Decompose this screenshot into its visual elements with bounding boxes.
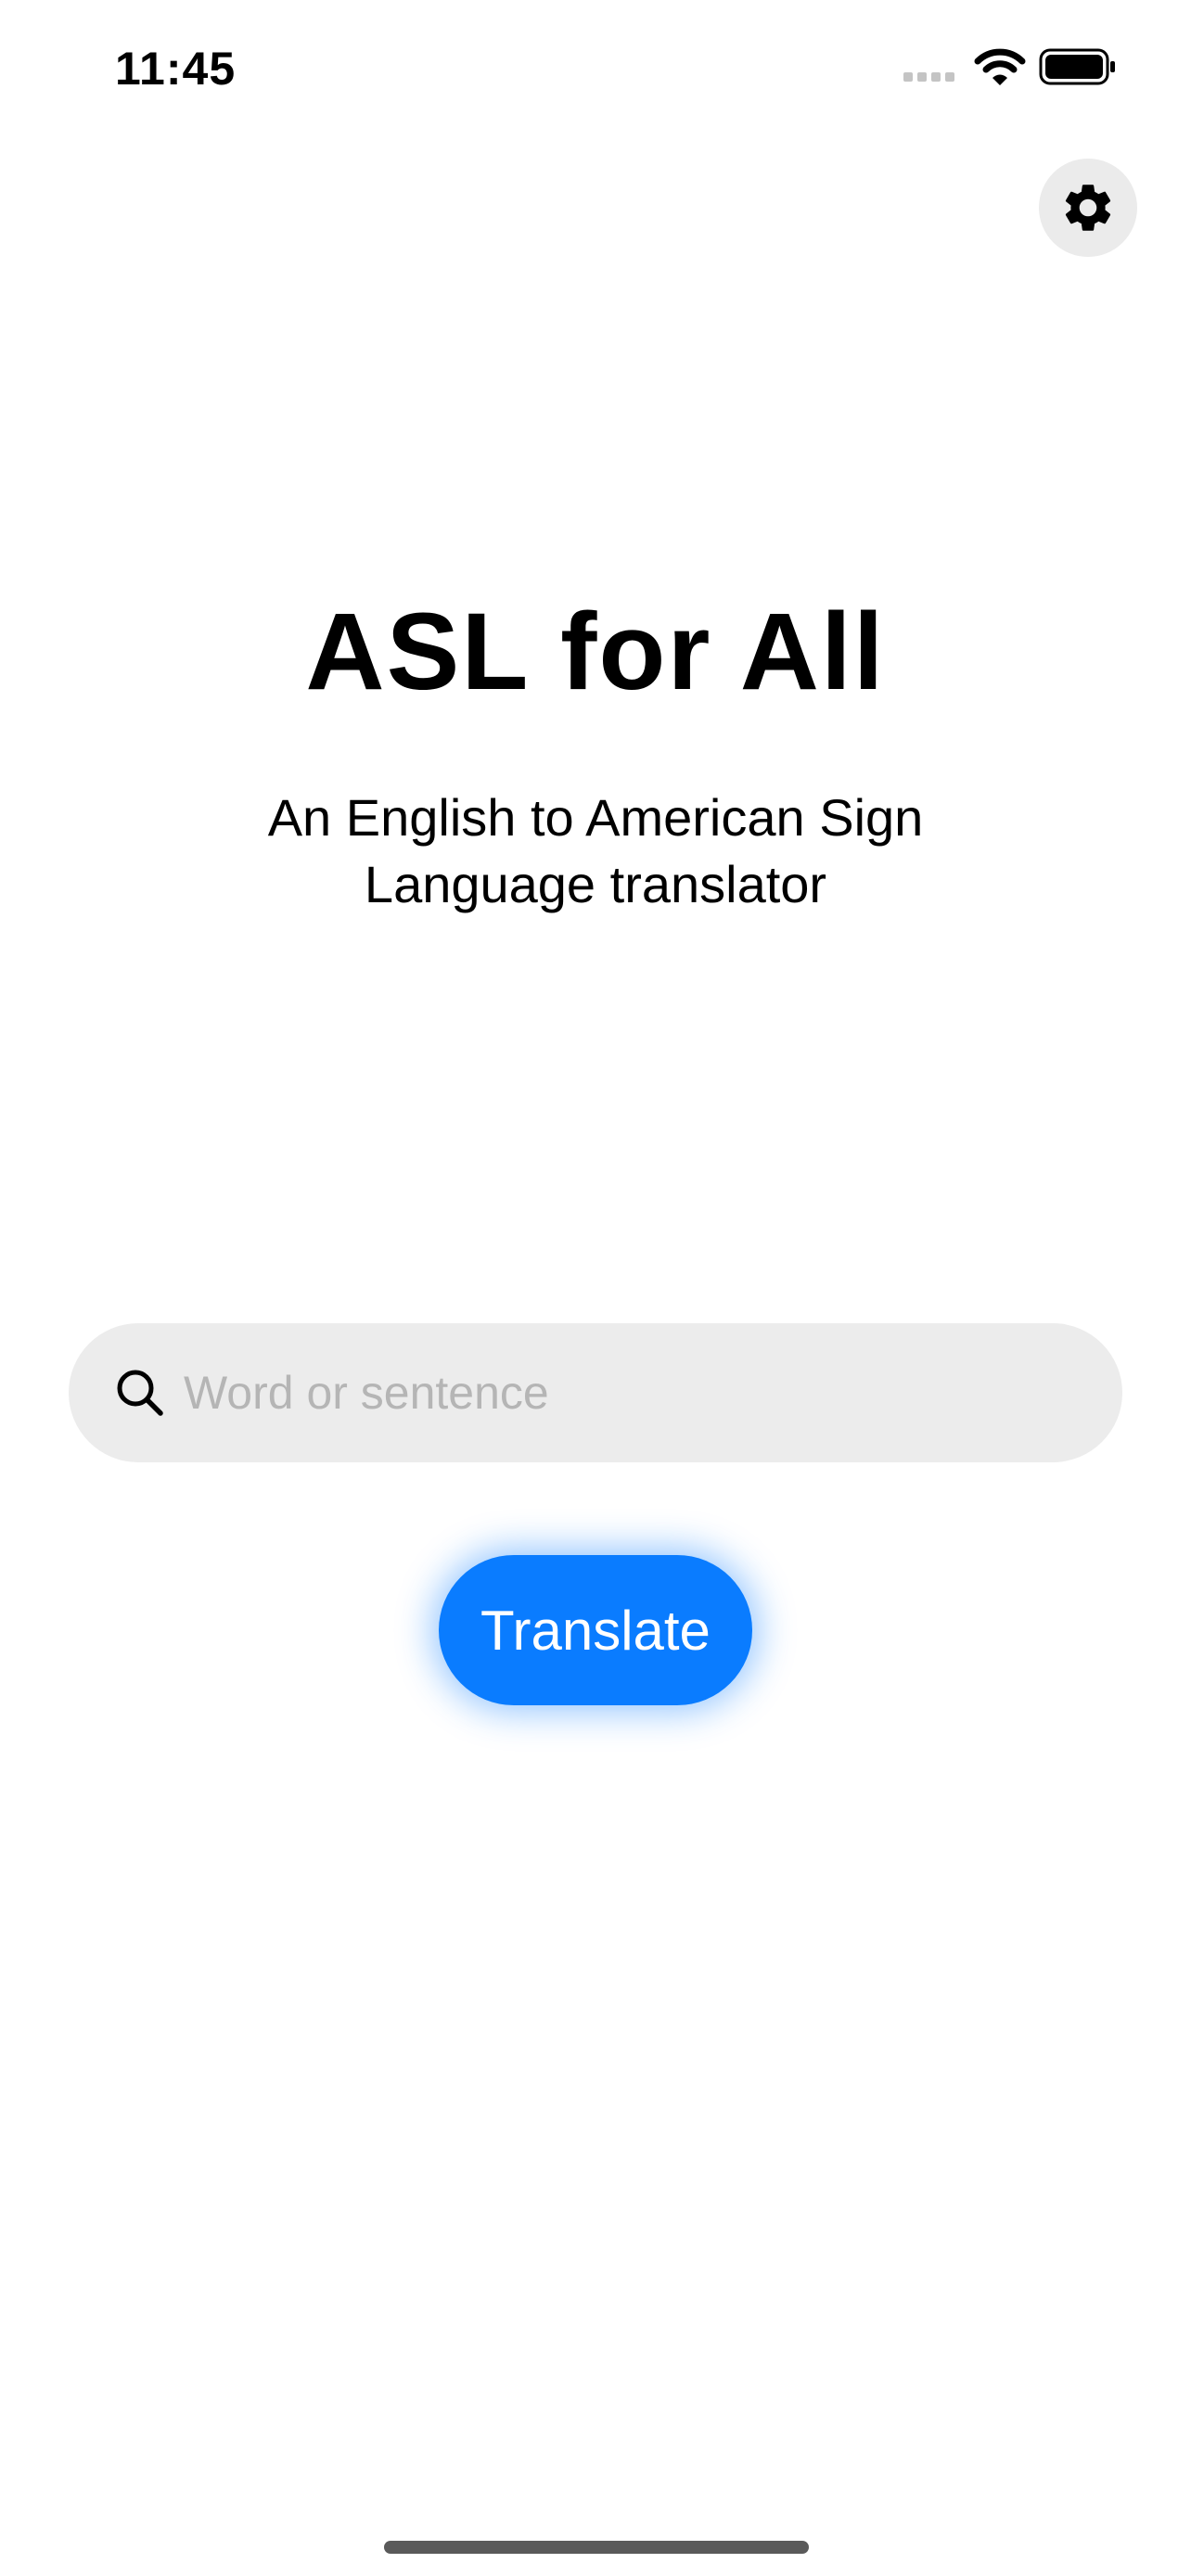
translate-button[interactable]: Translate bbox=[439, 1555, 752, 1705]
settings-button[interactable] bbox=[1039, 159, 1137, 257]
search-bar[interactable] bbox=[69, 1323, 1122, 1462]
app-title: ASL for All bbox=[305, 591, 886, 713]
status-time: 11:45 bbox=[115, 43, 237, 95]
gear-icon bbox=[1065, 185, 1111, 231]
search-input[interactable] bbox=[184, 1356, 1074, 1430]
home-indicator[interactable] bbox=[384, 2541, 809, 2554]
app-subtitle: An English to American Sign Language tra… bbox=[267, 788, 924, 913]
search-icon bbox=[117, 1370, 163, 1416]
wifi-icon bbox=[974, 48, 1026, 85]
signal-icon bbox=[903, 72, 954, 82]
battery-icon bbox=[1039, 48, 1115, 85]
